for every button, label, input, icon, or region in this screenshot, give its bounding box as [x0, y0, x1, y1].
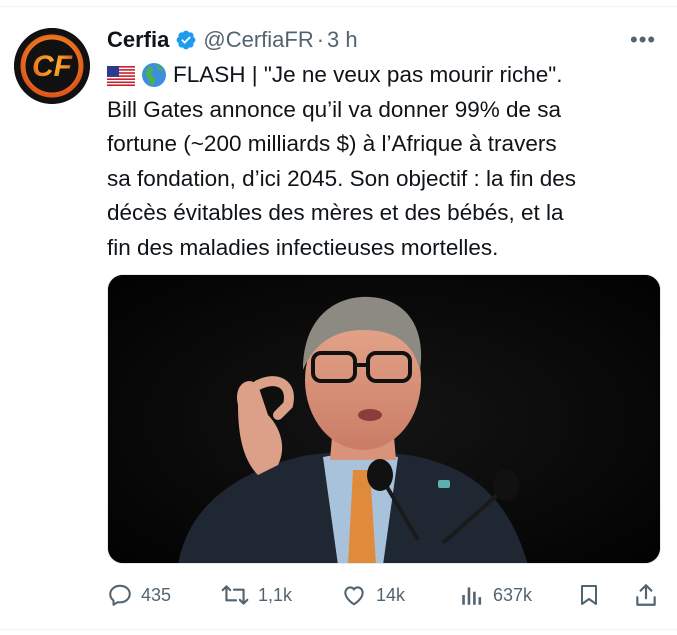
- more-options-icon[interactable]: •••: [630, 27, 656, 53]
- top-divider: [0, 6, 677, 7]
- tweet-text: FLASH | "Je ne veux pas mourir riche". B…: [107, 58, 667, 265]
- tweet-line-6: fin des maladies infectieuses mortelles.: [107, 234, 499, 260]
- tweet-photo[interactable]: [107, 274, 661, 564]
- views-chart-icon: [462, 587, 482, 605]
- reply-icon: [109, 584, 131, 606]
- verified-badge-icon: [176, 30, 196, 50]
- cerfia-logo-icon: CF: [14, 28, 90, 104]
- tweet-line-4: sa fondation, d’ici 2045. Son objectif :…: [107, 165, 577, 191]
- author-handle[interactable]: @CerfiaFR: [203, 27, 313, 53]
- views-count: 637k: [493, 584, 533, 605]
- separator-dot: ·: [316, 27, 325, 52]
- tweet-header: Cerfia @CerfiaFR · 3 h: [107, 24, 358, 56]
- reply-button[interactable]: 435: [107, 582, 171, 608]
- share-button[interactable]: [633, 582, 659, 608]
- speaker-photo-illustration: [108, 275, 660, 563]
- tweet-line-3: fortune (~200 milliards $) à l’Afrique à…: [107, 131, 557, 156]
- tweet-line-1: FLASH | "Je ne veux pas mourir riche".: [107, 58, 667, 93]
- share-icon: [636, 584, 656, 606]
- tweet-line-5: décès évitables des mères et des bébés, …: [107, 200, 564, 225]
- bookmark-button[interactable]: [577, 582, 601, 608]
- repost-icon: [221, 585, 249, 605]
- like-button[interactable]: 14k: [340, 582, 405, 608]
- repost-button[interactable]: 1,1k: [220, 582, 292, 608]
- tweet-line-2: Bill Gates annonce qu’il va donner 99% d…: [107, 96, 562, 122]
- bottom-divider: [0, 629, 677, 630]
- views-button[interactable]: 637k: [459, 582, 532, 608]
- bookmark-icon: [581, 585, 597, 605]
- globe-icon: [142, 63, 166, 87]
- repost-count: 1,1k: [258, 584, 293, 605]
- timestamp[interactable]: 3 h: [327, 27, 358, 53]
- reply-count: 435: [141, 584, 172, 605]
- avatar[interactable]: CF: [14, 28, 90, 104]
- us-flag-icon: [107, 66, 135, 86]
- tweet-line-1-text: FLASH | "Je ne veux pas mourir riche".: [173, 62, 563, 87]
- author-name[interactable]: Cerfia: [107, 27, 169, 53]
- like-count: 14k: [376, 584, 406, 605]
- avatar-letters: CF: [32, 50, 73, 83]
- action-bar: 435 1,1k 14k 637k: [107, 574, 663, 614]
- heart-icon: [344, 586, 364, 606]
